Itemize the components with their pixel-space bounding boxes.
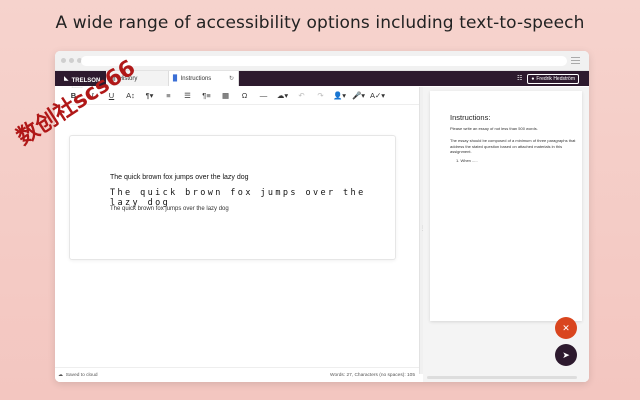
- spellcheck-dropdown[interactable]: A✓▾: [368, 91, 387, 100]
- word-count: Words: 27, Characters (no spaces): 105: [330, 372, 415, 378]
- instructions-list-item: 1. When .....: [456, 158, 478, 163]
- right-status: [423, 374, 589, 382]
- logo-arrow-icon: ◣: [64, 76, 69, 82]
- microphone-dropdown[interactable]: 🎤▾: [349, 91, 368, 100]
- url-bar[interactable]: [81, 56, 567, 66]
- horizontal-line-button[interactable]: —: [254, 91, 273, 100]
- table-button[interactable]: ▦: [216, 91, 235, 100]
- instructions-title: Instructions:: [450, 113, 491, 122]
- user-button[interactable]: ● Fredrik Hedström: [527, 73, 579, 84]
- font-size-button[interactable]: A↕: [121, 91, 140, 100]
- refresh-icon[interactable]: ↻: [229, 75, 234, 82]
- hamburger-menu-icon[interactable]: [571, 57, 580, 66]
- instructions-pane: Instructions: Please write an essay of n…: [423, 87, 589, 374]
- user-name: Fredrik Hedström: [536, 75, 575, 82]
- cloud-icon: ☁: [58, 372, 63, 378]
- instructions-card: Instructions: Please write an essay of n…: [430, 91, 582, 321]
- send-icon: ➤: [562, 349, 570, 360]
- window-dots: [61, 58, 82, 63]
- document-icon: ▉: [173, 76, 178, 82]
- list-view-icon[interactable]: ☷: [517, 75, 522, 82]
- instructions-paragraph-2: The essay should be composed of a minimu…: [450, 138, 576, 154]
- paragraph-dropdown[interactable]: ¶▾: [140, 91, 159, 100]
- align-left-button[interactable]: ≡: [159, 91, 178, 100]
- text-line-mono: The quick brown fox jumps over the lazy …: [110, 188, 366, 208]
- close-icon: ✕: [562, 322, 570, 333]
- send-fab-button[interactable]: ➤: [555, 344, 577, 366]
- cloud-dropdown[interactable]: ☁▾: [273, 91, 292, 100]
- redo-button[interactable]: ↷: [311, 91, 330, 100]
- saved-status: Saved to cloud: [65, 372, 98, 378]
- special-char-button[interactable]: Ω: [235, 91, 254, 100]
- document-page[interactable]: The quick brown fox jumps over the lazy …: [69, 135, 396, 260]
- paragraph-format-button[interactable]: ¶≡: [197, 91, 216, 100]
- undo-button[interactable]: ↶: [292, 91, 311, 100]
- tab-instructions-label: Instructions: [180, 75, 212, 82]
- headline: A wide range of accessibility options in…: [55, 13, 585, 33]
- status-bar: ☁ Saved to cloud Words: 27, Characters (…: [55, 367, 419, 382]
- user-icon: ●: [531, 75, 535, 82]
- align-center-button[interactable]: ☰: [178, 91, 197, 100]
- text-to-speech-dropdown[interactable]: 👤▾: [330, 91, 349, 100]
- text-line-sans: The quick brown fox jumps over the lazy …: [110, 174, 249, 181]
- text-line-small: The quick brown fox jumps over the lazy …: [110, 206, 229, 212]
- close-fab-button[interactable]: ✕: [555, 317, 577, 339]
- app-window: ◣ TRELSON Assessment ▤ History ▉ Instruc…: [55, 51, 589, 382]
- editor-area: The quick brown fox jumps over the lazy …: [55, 105, 419, 367]
- horizontal-scrollbar[interactable]: [427, 376, 577, 379]
- instructions-paragraph-1: Please write an essay of not less than 5…: [450, 126, 538, 131]
- tab-instructions[interactable]: ▉ Instructions ↻: [169, 71, 239, 86]
